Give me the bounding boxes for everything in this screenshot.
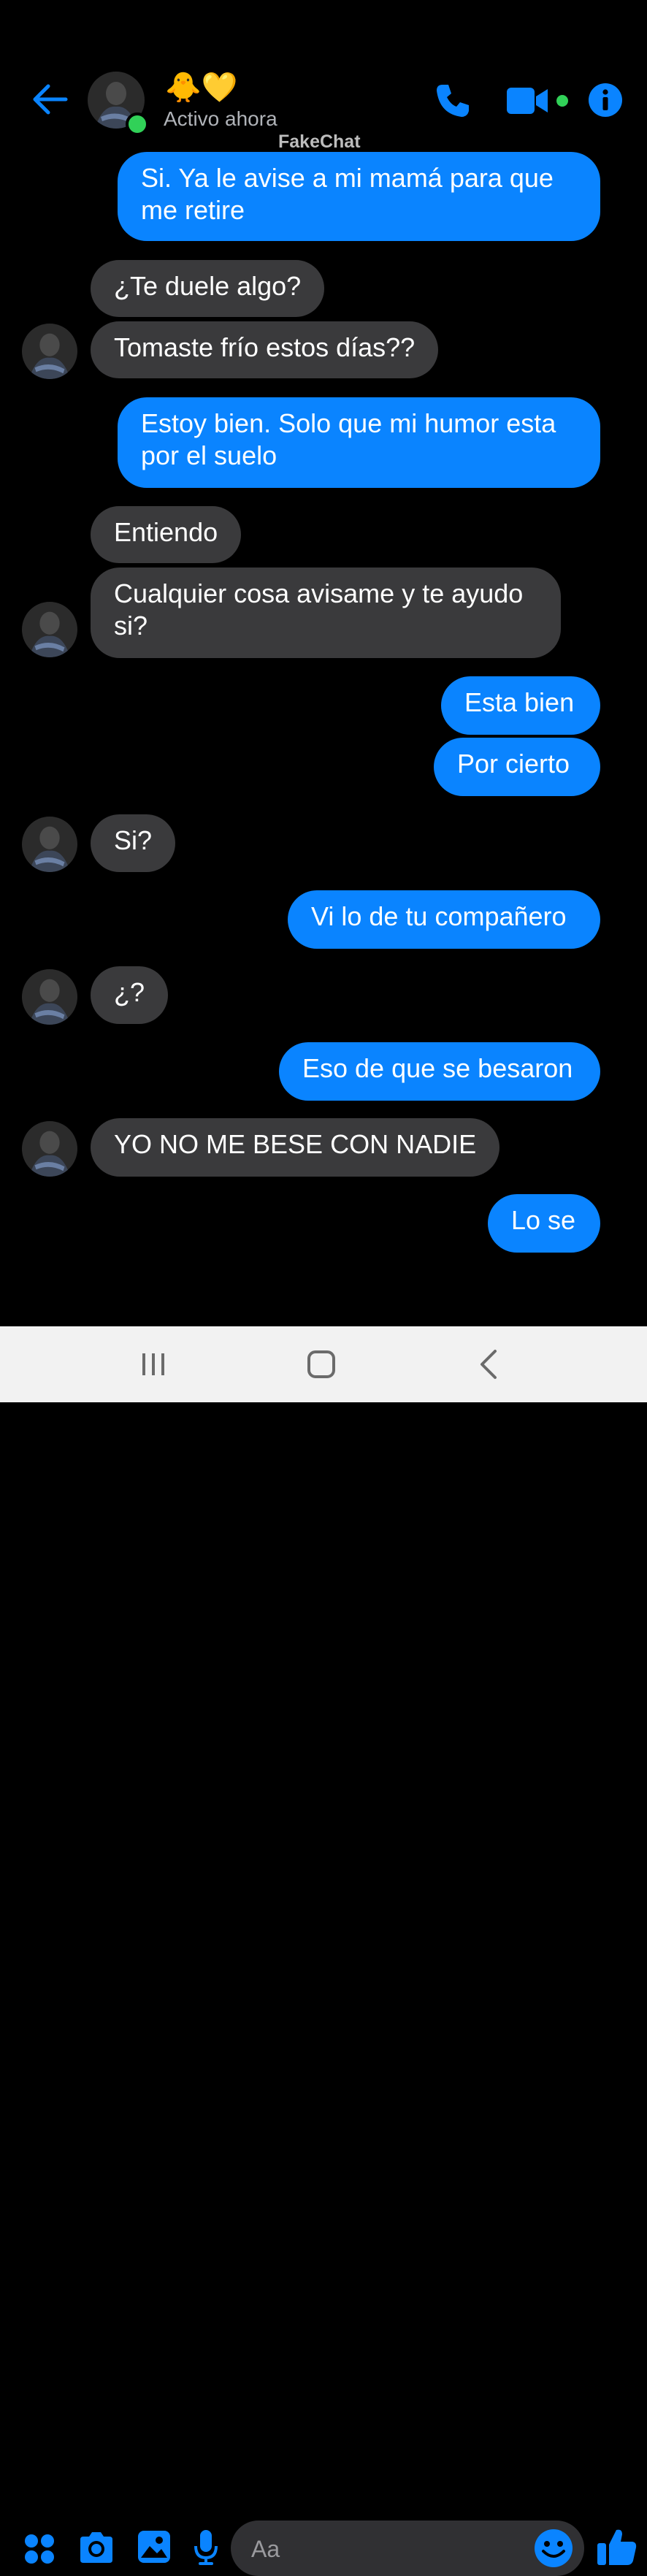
message-outgoing[interactable]: Vi lo de tu compañero xyxy=(288,890,600,949)
message-outgoing[interactable]: Esta bien xyxy=(441,676,600,735)
message-outgoing[interactable]: Estoy bien. Solo que mi humor esta por e… xyxy=(118,397,600,488)
apps-grid-icon[interactable] xyxy=(23,2533,55,2565)
video-online-dot xyxy=(556,95,568,107)
message-outgoing[interactable]: Lo se xyxy=(488,1194,600,1253)
message-incoming[interactable]: ¿? xyxy=(91,966,169,1024)
message-text: Tomaste frío estos días?? xyxy=(114,332,416,362)
message-outgoing[interactable]: Por cierto xyxy=(434,738,600,796)
info-icon[interactable] xyxy=(588,83,623,118)
message-composer xyxy=(0,1256,647,2576)
message-text: YO NO ME BESE CON NADIE xyxy=(114,1129,477,1159)
phone-icon[interactable] xyxy=(432,80,473,121)
message-incoming[interactable]: YO NO ME BESE CON NADIE xyxy=(91,1118,500,1177)
video-camera-icon[interactable] xyxy=(507,86,551,115)
chat-header: 🐥💛 Activo ahora FakeChat xyxy=(0,0,647,152)
contact-name[interactable]: 🐥💛 xyxy=(165,70,238,105)
message-incoming[interactable]: ¿Te duele algo? xyxy=(91,260,325,317)
message-input-field[interactable] xyxy=(231,2520,584,2576)
sender-avatar[interactable] xyxy=(22,1121,77,1177)
message-text: Entiendo xyxy=(114,517,218,547)
gallery-icon[interactable] xyxy=(137,2530,171,2564)
sender-avatar[interactable] xyxy=(22,969,77,1025)
message-outgoing[interactable]: Si. Ya le avise a mi mamá para que me re… xyxy=(118,152,600,241)
sender-avatar[interactable] xyxy=(22,602,77,657)
watermark-label: FakeChat xyxy=(278,131,361,152)
message-text: Estoy bien. Solo que mi humor esta por e… xyxy=(141,408,556,470)
message-incoming[interactable]: Si? xyxy=(91,814,176,872)
camera-icon[interactable] xyxy=(77,2531,115,2564)
message-text: ¿Te duele algo? xyxy=(114,271,302,301)
sender-avatar[interactable] xyxy=(22,324,77,379)
message-text: Esta bien xyxy=(464,687,575,717)
microphone-icon[interactable] xyxy=(193,2529,219,2567)
sender-avatar[interactable] xyxy=(22,817,77,872)
message-outgoing[interactable]: Eso de que se besaron xyxy=(279,1042,600,1101)
message-text: Si. Ya le avise a mi mamá para que me re… xyxy=(141,163,554,225)
active-status: Activo ahora xyxy=(164,107,277,130)
message-input[interactable] xyxy=(250,2532,516,2566)
home-icon[interactable] xyxy=(299,1345,343,1383)
message-text: Eso de que se besaron xyxy=(302,1053,573,1083)
back-icon[interactable] xyxy=(467,1345,511,1383)
message-incoming[interactable]: Tomaste frío estos días?? xyxy=(91,321,439,378)
message-text: Vi lo de tu compañero xyxy=(311,901,567,931)
back-arrow-icon[interactable] xyxy=(29,79,70,120)
message-incoming[interactable]: Cualquier cosa avisame y te ayudo si? xyxy=(91,567,561,658)
message-text: ¿? xyxy=(114,977,145,1007)
system-navigation-bar xyxy=(0,1326,647,1402)
recent-apps-icon[interactable] xyxy=(131,1345,175,1383)
message-text: Cualquier cosa avisame y te ayudo si? xyxy=(114,578,524,641)
thumbs-up-icon[interactable] xyxy=(596,2526,638,2568)
emoji-icon[interactable] xyxy=(533,2528,574,2569)
online-indicator xyxy=(126,112,149,136)
message-text: Si? xyxy=(114,825,153,855)
message-text: Por cierto xyxy=(457,749,570,779)
message-incoming[interactable]: Entiendo xyxy=(91,506,242,563)
message-text: Lo se xyxy=(511,1205,576,1235)
